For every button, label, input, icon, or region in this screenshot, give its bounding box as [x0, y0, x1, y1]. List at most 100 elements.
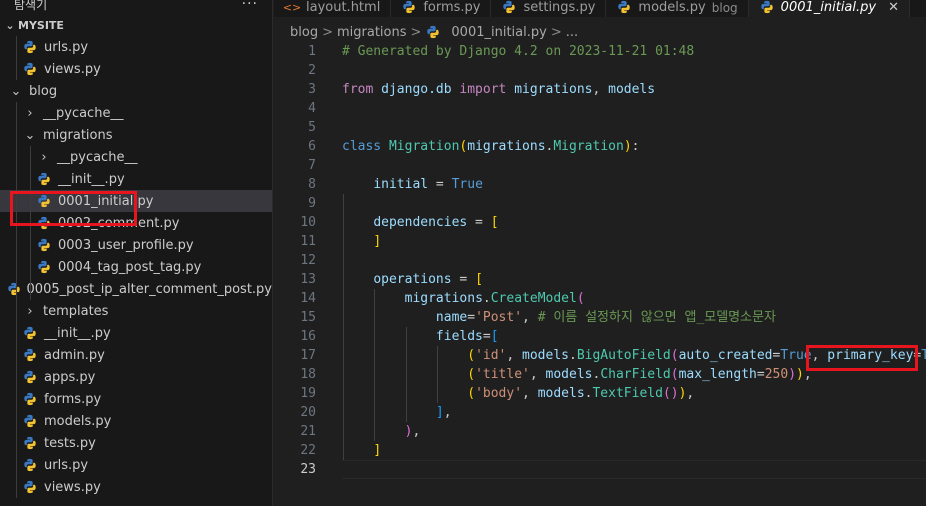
tree-item-label: blog	[29, 83, 58, 99]
more-actions-icon[interactable]: ···	[242, 0, 258, 12]
code-line[interactable]: 7	[274, 156, 926, 175]
file-item[interactable]: __init__.py	[0, 168, 272, 190]
indent-guide	[374, 289, 376, 441]
code-line[interactable]: 9	[274, 194, 926, 213]
tab-hint: blog	[711, 1, 738, 15]
line-number: 1	[308, 44, 316, 59]
code-line[interactable]: 10 dependencies = [	[274, 213, 926, 232]
code-token: Migration	[388, 139, 460, 154]
code-line[interactable]: 19 ('body', models.TextField()),	[274, 384, 926, 403]
folder-item[interactable]: › __pycache__	[0, 146, 272, 168]
code-line[interactable]: 22 ]	[274, 441, 926, 460]
code-line[interactable]: 8 initial = True	[274, 175, 926, 194]
breadcrumb-separator: >	[322, 24, 333, 40]
folder-item[interactable]: ⌄ blog	[0, 80, 272, 102]
file-item[interactable]: 0004_tag_post_tag.py	[0, 256, 272, 278]
folder-item[interactable]: › templates	[0, 300, 272, 322]
code-token: .	[482, 291, 491, 306]
code-token: (	[467, 386, 476, 401]
file-item[interactable]: tests.py	[0, 432, 272, 454]
indent-guide	[16, 58, 17, 80]
code-line[interactable]: 3 from django.db import migrations, model…	[274, 80, 926, 99]
tab-label: models.py	[638, 0, 706, 15]
code-text: initial = True	[342, 175, 483, 194]
code-line[interactable]: 13 operations = [	[274, 270, 926, 289]
code-text: ]	[342, 441, 381, 460]
file-item[interactable]: __init__.py	[0, 322, 272, 344]
indent-guide	[30, 278, 31, 300]
file-item[interactable]: urls.py	[0, 454, 272, 476]
python-file-icon	[36, 171, 52, 187]
file-item[interactable]: urls.py	[0, 36, 272, 58]
code-line[interactable]: 12	[274, 251, 926, 270]
code-token: models	[608, 82, 656, 97]
code-line[interactable]: 15 name='Post', # 이름 설정하지 않으면 앱_모델명소문자	[274, 308, 926, 327]
line-number: 14	[300, 291, 316, 306]
line-number: 5	[308, 120, 316, 135]
python-file-icon	[22, 479, 38, 495]
workspace-section[interactable]: ⌄ MYSITE	[0, 14, 272, 36]
code-line[interactable]: 2	[274, 61, 926, 80]
python-file-icon	[425, 24, 441, 40]
tree-item-label: 0005_post_ip_alter_comment_post.py	[26, 281, 272, 297]
breadcrumb-separator: >	[550, 24, 562, 40]
folder-item[interactable]: › __pycache__	[0, 102, 272, 124]
folder-item[interactable]: ⌄ migrations	[0, 124, 272, 146]
code-token: class	[342, 139, 382, 154]
tree-item-label: migrations	[43, 127, 113, 143]
code-line[interactable]: 20 ],	[274, 403, 926, 422]
code-token: =	[428, 177, 452, 192]
code-text: dependencies = [	[342, 213, 498, 232]
indent-guide	[16, 344, 17, 366]
editor-tab[interactable]: <> layout.html	[274, 0, 392, 17]
file-item[interactable]: views.py	[0, 476, 272, 498]
line-number: 20	[300, 405, 316, 420]
indent-guide	[30, 234, 31, 256]
file-item[interactable]: views.py	[0, 58, 272, 80]
code-token: )	[796, 367, 804, 382]
breadcrumb-symbols[interactable]: ...	[566, 25, 578, 40]
code-line[interactable]: 6 class Migration(migrations.Migration):	[274, 137, 926, 156]
line-number: 13	[300, 272, 316, 287]
code-editor[interactable]: 23 22 ] 21 ), 20 ], 19 ('body', models.TextF…	[274, 42, 926, 506]
code-line[interactable]: 11 ]	[274, 232, 926, 251]
breadcrumb-migrations[interactable]: migrations	[337, 25, 407, 40]
code-line[interactable]: 16 fields=[	[274, 327, 926, 346]
code-token: ,	[529, 367, 546, 382]
editor-tab[interactable]: 0001_initial.py ✕	[748, 0, 910, 17]
code-line[interactable]: 21 ),	[274, 422, 926, 441]
code-token: =	[467, 215, 491, 230]
editor-tab[interactable]: settings.py	[491, 0, 607, 17]
file-item[interactable]: 0003_user_profile.py	[0, 234, 272, 256]
code-token: from	[342, 82, 374, 97]
editor-tab[interactable]: forms.py	[391, 0, 492, 17]
file-item[interactable]: 0005_post_ip_alter_comment_post.py	[0, 278, 272, 300]
file-item[interactable]: forms.py	[0, 388, 272, 410]
code-token: migrations	[404, 291, 483, 306]
file-item[interactable]: apps.py	[0, 366, 272, 388]
code-token: 'body'	[475, 386, 523, 401]
file-item[interactable]: admin.py	[0, 344, 272, 366]
breadcrumb-file[interactable]: 0001_initial.py	[451, 25, 546, 40]
file-item[interactable]: models.py	[0, 410, 272, 432]
close-icon[interactable]: ✕	[888, 0, 899, 15]
editor-tab[interactable]: models.py blog	[606, 0, 749, 17]
breadcrumb-blog[interactable]: blog	[290, 25, 318, 40]
code-line[interactable]: 14 migrations.CreateModel(	[274, 289, 926, 308]
code-line[interactable]: 5	[274, 118, 926, 137]
line-number: 6	[308, 139, 316, 154]
tree-item-label: views.py	[44, 479, 101, 495]
code-line[interactable]: 1 # Generated by Django 4.2 on 2023-11-21…	[274, 42, 926, 61]
code-line[interactable]: 4	[274, 99, 926, 118]
indent-guide	[16, 256, 17, 278]
indent-guide	[16, 322, 17, 344]
chevron-right-icon: ›	[27, 303, 33, 319]
indent-guide	[30, 168, 31, 190]
code-text: from django.db import migrations, models	[342, 80, 655, 99]
code-token: (	[467, 367, 476, 382]
